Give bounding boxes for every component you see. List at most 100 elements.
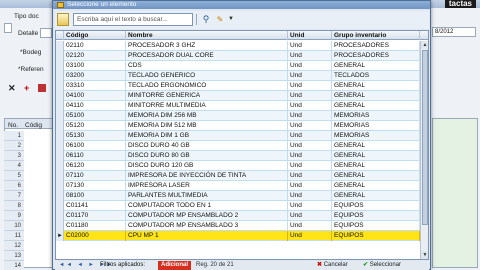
table-row[interactable]: ► C02000 CPU MP 1 Und EQUIPOS [56,231,420,241]
table-row[interactable]: C01170 COMPUTADOR MP ENSAMBLADO 2 Und EQUIP… [56,211,420,221]
cell-name: IMPRESORA DE INYECCIÓN DE TINTA [126,171,288,181]
row-selector[interactable] [56,221,64,231]
row-selector[interactable] [56,101,64,111]
row-selector[interactable] [56,211,64,221]
row-selector[interactable] [56,121,64,131]
add-icon[interactable]: + [24,83,29,93]
cell-code: C02000 [64,231,126,241]
scrollbar-thumb[interactable] [422,50,428,225]
cell-code: 06100 [64,141,126,151]
filter-badge[interactable]: Adicional [158,261,192,270]
row-selector[interactable] [56,141,64,151]
row-selector[interactable] [56,51,64,61]
brand-logo: tactas [444,0,476,8]
table-row[interactable]: 07110 IMPRESORA DE INYECCIÓN DE TINTA Und G… [56,171,420,181]
table-row[interactable]: 05130 MEMORIA DIM 1 GB Und MEMORIAS [56,131,420,141]
row-selector[interactable] [56,91,64,101]
cell-group: MEMORIAS [332,121,420,131]
label-detalle: Detalle [18,30,39,37]
table-row[interactable]: 06120 DISCO DURO 120 GB Und GENERAL [56,161,420,171]
cell-name: PROCESADOR 3 GHZ [126,41,288,51]
column-header-code[interactable]: Código [64,31,126,40]
scroll-up-icon[interactable]: ▲ [421,41,428,49]
column-header-unit[interactable]: Unid [288,31,332,40]
select-item-dialog: Seleccione un elemento Escriba aquí el t… [52,0,431,270]
cell-group: EQUIPOS [332,201,420,211]
table-row[interactable]: C01141 COMPUTADOR TODO EN 1 Und EQUIPOS [56,201,420,211]
table-row[interactable]: 04100 MINITORRE GENERICA Und GENERAL [56,91,420,101]
cell-code: 03100 [64,61,126,71]
search-input[interactable]: Escriba aquí el texto a buscar... [73,13,193,26]
cancel-label: Cancelar [323,262,348,268]
row-selector[interactable] [56,71,64,81]
row-selector[interactable] [56,131,64,141]
cell-unit: Und [288,151,332,161]
row-selector[interactable] [56,151,64,161]
row-selector[interactable] [56,161,64,171]
row-selector[interactable] [56,41,64,51]
status-bar: ◄◄ ◄ ► ►► Filtros aplicados: Adicional R… [55,261,429,270]
row-selector[interactable] [56,81,64,91]
row-selector[interactable] [56,181,64,191]
row-selector[interactable] [56,111,64,121]
table-row[interactable]: 06110 DISCO DURO 80 GB Und GENERAL [56,151,420,161]
table-row[interactable]: 05100 MEMORIA DIM 256 MB Und MEMORIAS [56,111,420,121]
row-selector[interactable] [56,201,64,211]
table-row[interactable]: C01180 COMPUTADOR MP ENSAMBLADO 3 Und EQUIP… [56,221,420,231]
row-number: 9 [4,211,24,221]
chevron-down-icon[interactable]: ▼ [227,14,235,25]
cell-unit: Und [288,191,332,201]
scroll-down-icon[interactable]: ▼ [421,251,428,259]
table-row[interactable]: 08100 PARLANTES MULTIMEDIA Und GENERAL [56,191,420,201]
field-tipo-doc[interactable] [4,23,12,33]
select-button[interactable]: ✔ Seleccionar [363,261,401,270]
cell-unit: Und [288,141,332,151]
cell-name: MINITORRE MULTIMEDIA [126,101,288,111]
cell-name: MINITORRE GENERICA [126,91,288,101]
cell-group: GENERAL [332,81,420,91]
folder-icon[interactable] [57,13,69,26]
vertical-scrollbar[interactable]: ▲ ▼ [420,41,428,259]
date-field[interactable]: 8/2012 [432,27,476,37]
cell-code: C01180 [64,221,126,231]
highlight-icon[interactable]: ✎ [214,14,226,25]
cancel-button[interactable]: ✖ Cancelar [317,261,348,270]
grid-header-no: No. [8,122,19,129]
row-number: 11 [4,231,24,241]
row-selector[interactable]: ► [56,231,64,241]
filter-icon[interactable]: ⚲ [200,14,212,25]
cell-name: DISCO DURO 80 GB [126,151,288,161]
table-row[interactable]: 02110 PROCESADOR 3 GHZ Und PROCESADORES [56,41,420,51]
table-row[interactable]: 06100 DISCO DURO 40 GB Und GENERAL [56,141,420,151]
cell-name: CDS [126,61,288,71]
label-tipo-doc: Tipo doc [14,13,39,20]
row-selector[interactable] [56,191,64,201]
row-number: 3 [4,151,24,161]
delete-icon[interactable] [38,84,46,92]
table-row[interactable]: 05120 MEMORIA DIM 512 MB Und MEMORIAS [56,121,420,131]
table-row[interactable]: 03100 CDS Und GENERAL [56,61,420,71]
table-row[interactable]: 04110 MINITORRE MULTIMEDIA Und GENERAL [56,101,420,111]
label-referencia: *Referen [18,66,44,73]
cell-code: 06120 [64,161,126,171]
field-detalle[interactable] [40,28,52,38]
toolbar-separator [196,14,197,25]
row-selector[interactable] [56,61,64,71]
column-header-name[interactable]: Nombre [126,31,288,40]
close-icon[interactable]: ✕ [8,83,16,94]
table-row[interactable]: 07130 IMPRESORA LASER Und GENERAL [56,181,420,191]
cell-code: 05100 [64,111,126,121]
cell-group: GENERAL [332,191,420,201]
column-header-group[interactable]: Grupo inventario [332,31,420,40]
cell-name: DISCO DURO 120 GB [126,161,288,171]
cell-code: 05120 [64,121,126,131]
cell-unit: Und [288,101,332,111]
table-row[interactable]: 02120 PROCESADOR DUAL CORE Und PROCESADORES [56,51,420,61]
row-selector[interactable] [56,171,64,181]
cell-group: EQUIPOS [332,211,420,221]
table-row[interactable]: 03310 TECLADO ERGONOMICO Und GENERAL [56,81,420,91]
dialog-title-bar[interactable]: Seleccione un elemento [53,1,430,9]
cell-code: 03200 [64,71,126,81]
table-row[interactable]: 03200 TECLADO GENERICO Und TECLADOS [56,71,420,81]
grid-header-codigo: Códig [25,122,42,129]
